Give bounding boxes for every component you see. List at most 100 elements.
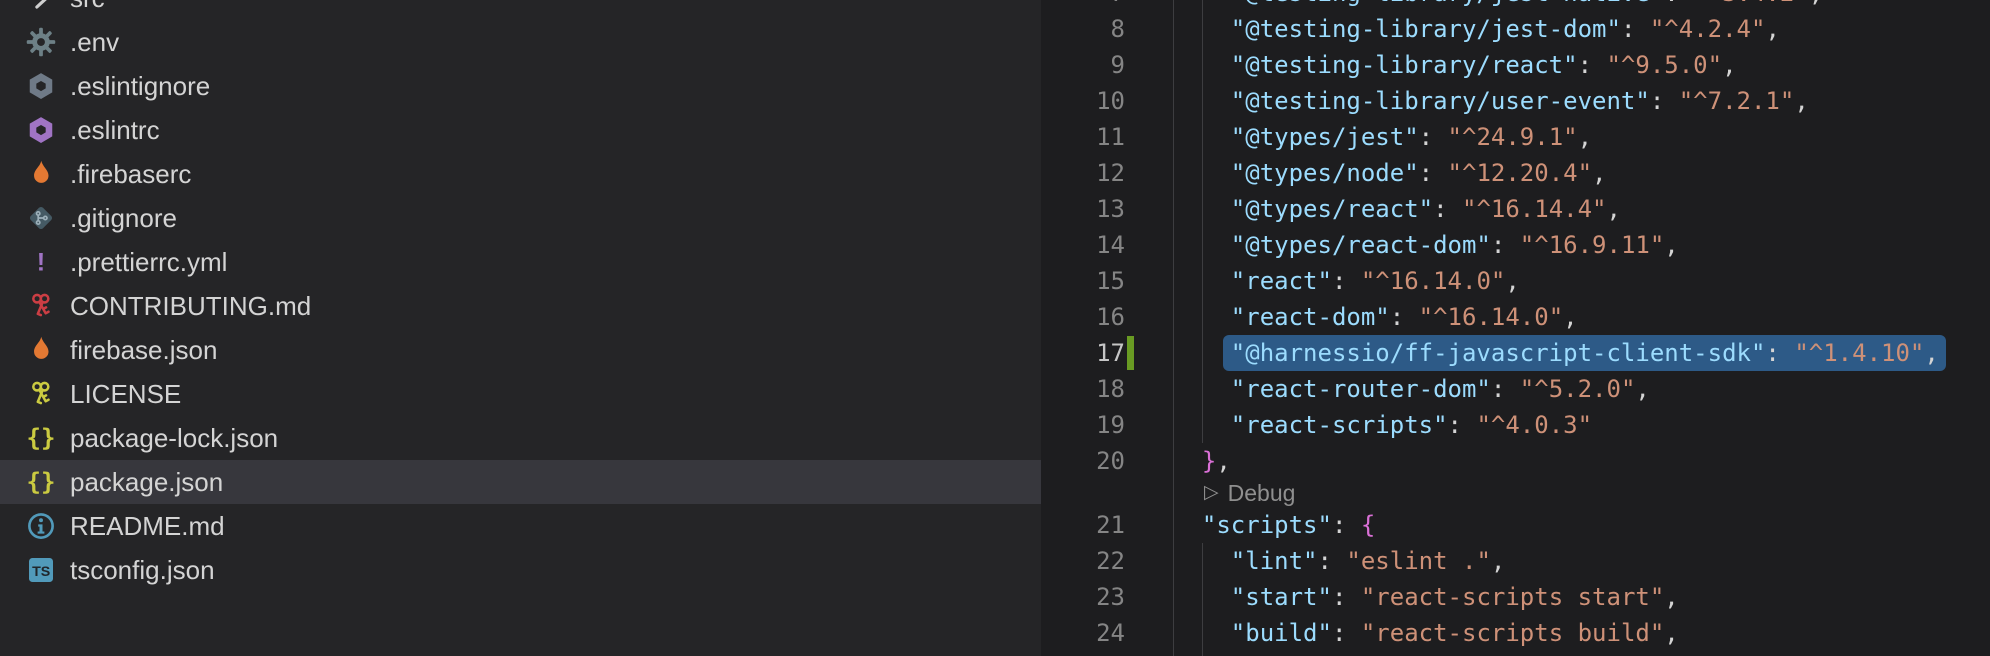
code-text: "@harnessio/ff-javascript-client-sdk": "… [1173, 335, 1939, 371]
sidebar-item-prettierrc-yml[interactable]: ! .prettierrc.yml [0, 240, 1041, 284]
yaml-icon: ! [26, 247, 56, 277]
code-text: "@types/react": "^16.14.4", [1173, 191, 1621, 227]
json-icon: {} [26, 423, 56, 453]
code-line-15[interactable]: 15 "react": "^16.14.0", [1041, 263, 1990, 299]
file-name: package-lock.json [70, 423, 278, 454]
svg-text:{}: {} [27, 424, 56, 452]
explorer-sidebar: src .env .eslintignore .eslintrc .firebaserc… [0, 0, 1041, 656]
code-line-16[interactable]: 16 "react-dom": "^16.14.0", [1041, 299, 1990, 335]
code-text: "@types/node": "^12.20.4", [1173, 155, 1607, 191]
code-text: "@testing-library/user-event": "^7.2.1", [1173, 83, 1809, 119]
code-text: "react-scripts": "^4.0.3" [1173, 407, 1592, 443]
code-text: "scripts": { [1173, 507, 1375, 543]
code-line-22[interactable]: 22 "lint": "eslint .", [1041, 543, 1990, 579]
line-number[interactable]: 21 [1041, 507, 1125, 543]
sidebar-item-contributing-md[interactable]: CONTRIBUTING.md [0, 284, 1041, 328]
code-text: "react-dom": "^16.14.0", [1173, 299, 1578, 335]
sidebar-item-src[interactable]: src [0, 0, 1041, 20]
sidebar-item-tsconfig-json[interactable]: TS tsconfig.json [0, 548, 1041, 592]
code-line-20[interactable]: 20 }, [1041, 443, 1990, 479]
code-line-10[interactable]: 10 "@testing-library/user-event": "^7.2.… [1041, 83, 1990, 119]
eslint-icon [26, 115, 56, 145]
eslint-icon [26, 71, 56, 101]
line-number[interactable]: 18 [1041, 371, 1125, 407]
code-editor: ▷ Debug 7 "@testing-library/jest-native"… [1041, 0, 1990, 656]
sidebar-item-env[interactable]: .env [0, 20, 1041, 64]
line-number[interactable]: 7 [1041, 0, 1125, 11]
line-number[interactable]: 11 [1041, 119, 1125, 155]
license-icon [26, 379, 56, 409]
info-icon [26, 511, 56, 541]
line-number[interactable]: 12 [1041, 155, 1125, 191]
sidebar-item-license[interactable]: LICENSE [0, 372, 1041, 416]
file-name: .prettierrc.yml [70, 247, 227, 278]
code-text: }, [1173, 443, 1231, 479]
file-name: package.json [70, 467, 223, 498]
license-icon [26, 291, 56, 321]
code-line-8[interactable]: 8 "@testing-library/jest-dom": "^4.2.4", [1041, 11, 1990, 47]
line-number[interactable]: 8 [1041, 11, 1125, 47]
code-text: "react-router-dom": "^5.2.0", [1173, 371, 1650, 407]
sidebar-item-firebase-json[interactable]: firebase.json [0, 328, 1041, 372]
code-line-13[interactable]: 13 "@types/react": "^16.14.4", [1041, 191, 1990, 227]
file-name: .eslintrc [70, 115, 160, 146]
svg-text:!: ! [37, 249, 45, 277]
file-name: .gitignore [70, 203, 177, 234]
code-text: "build": "react-scripts build", [1173, 615, 1679, 651]
code-line-12[interactable]: 12 "@types/node": "^12.20.4", [1041, 155, 1990, 191]
sidebar-item-eslintrc[interactable]: .eslintrc [0, 108, 1041, 152]
play-icon: ▷ [1204, 479, 1219, 507]
codelens-label: Debug [1228, 479, 1296, 507]
line-number[interactable]: 19 [1041, 407, 1125, 443]
file-name: .firebaserc [70, 159, 191, 190]
file-name: tsconfig.json [70, 555, 215, 586]
file-name: src [70, 0, 105, 14]
file-name: LICENSE [70, 379, 181, 410]
gutter-added-indicator [1127, 336, 1134, 370]
file-name: .eslintignore [70, 71, 210, 102]
sidebar-item-package-lock-json[interactable]: {} package-lock.json [0, 416, 1041, 460]
code-text: "@testing-library/react": "^9.5.0", [1173, 47, 1737, 83]
line-number[interactable]: 24 [1041, 615, 1125, 651]
git-icon [26, 203, 56, 233]
sidebar-item-gitignore[interactable]: .gitignore [0, 196, 1041, 240]
line-number[interactable]: 13 [1041, 191, 1125, 227]
code-text: "start": "react-scripts start", [1173, 579, 1679, 615]
code-line-11[interactable]: 11 "@types/jest": "^24.9.1", [1041, 119, 1990, 155]
code-line-21[interactable]: 21 "scripts": { [1041, 507, 1990, 543]
code-text: "lint": "eslint .", [1173, 543, 1505, 579]
line-number[interactable]: 23 [1041, 579, 1125, 615]
line-number[interactable]: 17 [1041, 335, 1125, 371]
code-line-17[interactable]: 17 "@harnessio/ff-javascript-client-sdk"… [1041, 335, 1990, 371]
file-name: CONTRIBUTING.md [70, 291, 311, 322]
code-text: "@testing-library/jest-dom": "^4.2.4", [1173, 11, 1780, 47]
code-line-24[interactable]: 24 "build": "react-scripts build", [1041, 615, 1990, 651]
sidebar-item-readme-md[interactable]: README.md [0, 504, 1041, 548]
sidebar-item-package-json[interactable]: {} package.json [0, 460, 1041, 504]
line-number[interactable]: 9 [1041, 47, 1125, 83]
json-icon: {} [26, 467, 56, 497]
code-line-23[interactable]: 23 "start": "react-scripts start", [1041, 579, 1990, 615]
svg-text:{}: {} [27, 468, 56, 496]
typescript-icon: TS [26, 555, 56, 585]
code-line-18[interactable]: 18 "react-router-dom": "^5.2.0", [1041, 371, 1990, 407]
codelens-debug[interactable]: ▷ Debug [1204, 479, 1295, 507]
code-line-7[interactable]: 7 "@testing-library/jest-native": "^3.4.… [1041, 0, 1990, 11]
firebase-icon [26, 335, 56, 365]
code-line-19[interactable]: 19 "react-scripts": "^4.0.3" [1041, 407, 1990, 443]
sidebar-item-eslintignore[interactable]: .eslintignore [0, 64, 1041, 108]
line-number[interactable]: 15 [1041, 263, 1125, 299]
line-number[interactable]: 14 [1041, 227, 1125, 263]
sidebar-item-firebaserc[interactable]: .firebaserc [0, 152, 1041, 196]
line-number[interactable]: 20 [1041, 443, 1125, 479]
file-name: .env [70, 27, 119, 58]
code-line-14[interactable]: 14 "@types/react-dom": "^16.9.11", [1041, 227, 1990, 263]
chevron-right-icon [26, 0, 56, 13]
line-number[interactable]: 16 [1041, 299, 1125, 335]
firebase-icon [26, 159, 56, 189]
file-name: README.md [70, 511, 225, 542]
line-number[interactable]: 10 [1041, 83, 1125, 119]
code-text: "@testing-library/jest-native": "^3.4.2"… [1173, 0, 1823, 11]
line-number[interactable]: 22 [1041, 543, 1125, 579]
code-line-9[interactable]: 9 "@testing-library/react": "^9.5.0", [1041, 47, 1990, 83]
